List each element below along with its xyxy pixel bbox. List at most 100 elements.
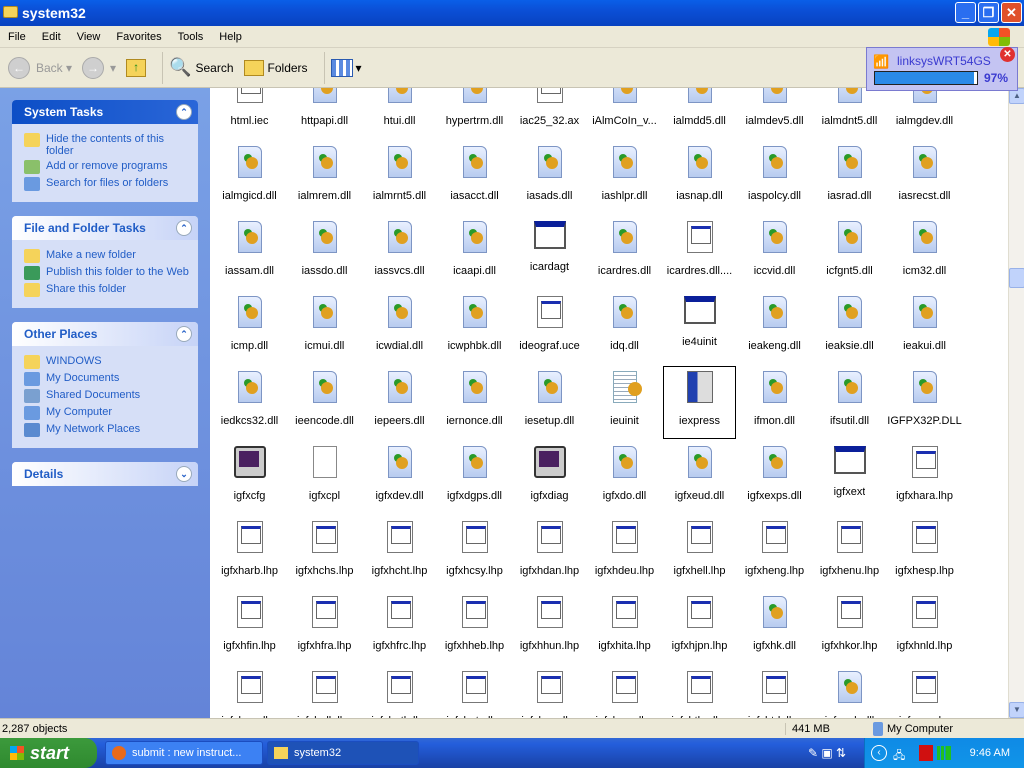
file-item[interactable]: iernonce.dll <box>437 365 512 440</box>
file-item[interactable]: htui.dll <box>362 88 437 140</box>
task-link[interactable]: Add or remove programs <box>24 160 190 174</box>
file-item[interactable]: igfxhptg.lhp <box>437 665 512 718</box>
file-item[interactable]: icmui.dll <box>287 290 362 365</box>
menu-file[interactable]: File <box>0 31 34 43</box>
menu-favorites[interactable]: Favorites <box>108 31 169 43</box>
file-item[interactable]: igfxrara.lrc <box>887 665 962 718</box>
file-item[interactable]: igfxcfg <box>212 440 287 515</box>
file-item[interactable]: icfgnt5.dll <box>812 215 887 290</box>
file-item[interactable]: httpapi.dll <box>287 88 362 140</box>
task-link[interactable]: My Documents <box>24 372 190 386</box>
file-item[interactable]: igfxhenu.lhp <box>812 515 887 590</box>
file-item[interactable]: html.iec <box>212 88 287 140</box>
file-item[interactable]: igfxhnld.lhp <box>887 590 962 665</box>
file-item[interactable]: ialmrnt5.dll <box>362 140 437 215</box>
file-item[interactable]: iassvcs.dll <box>362 215 437 290</box>
scroll-down-button[interactable]: ▼ <box>1009 702 1024 718</box>
file-item[interactable]: igfxheng.lhp <box>737 515 812 590</box>
file-item[interactable]: igfxhita.lhp <box>587 590 662 665</box>
file-item[interactable]: ifmon.dll <box>737 365 812 440</box>
panel-header[interactable]: File and Folder Tasks ⌃ <box>12 216 198 240</box>
file-item[interactable]: ialmgicd.dll <box>212 140 287 215</box>
file-item[interactable]: igfxhfrc.lhp <box>362 590 437 665</box>
file-item[interactable]: icwdial.dll <box>362 290 437 365</box>
file-item[interactable]: igfxpph.dll <box>812 665 887 718</box>
task-link[interactable]: Share this folder <box>24 283 190 297</box>
file-item[interactable]: ialmrem.dll <box>287 140 362 215</box>
file-item[interactable]: igfxhrus.lhp <box>512 665 587 718</box>
panel-header[interactable]: System Tasks ⌃ <box>12 100 198 124</box>
file-item[interactable]: icaapi.dll <box>437 215 512 290</box>
folders-button[interactable]: Folders <box>243 59 308 76</box>
file-item[interactable]: igfxhnor.lhp <box>212 665 287 718</box>
file-item[interactable]: icwphbk.dll <box>437 290 512 365</box>
file-item[interactable]: ideograf.uce <box>512 290 587 365</box>
file-item[interactable]: idq.dll <box>587 290 662 365</box>
antivirus-icon[interactable] <box>919 745 933 761</box>
start-button[interactable]: start <box>0 738 97 768</box>
file-item[interactable]: igfxhell.lhp <box>662 515 737 590</box>
file-item[interactable]: igfxhfin.lhp <box>212 590 287 665</box>
popup-close-icon[interactable]: ✕ <box>1000 47 1015 62</box>
file-item[interactable]: iasrecst.dll <box>887 140 962 215</box>
file-item[interactable]: iasrad.dll <box>812 140 887 215</box>
file-item[interactable]: igfxcpl <box>287 440 362 515</box>
vertical-scrollbar[interactable]: ▲ ▼ <box>1008 88 1024 718</box>
file-item[interactable]: igfxhjpn.lhp <box>662 590 737 665</box>
file-item[interactable]: igfxhptb.lhp <box>362 665 437 718</box>
taskbar-system32[interactable]: system32 <box>267 741 419 765</box>
taskbar-firefox[interactable]: submit : new instruct... <box>105 741 263 765</box>
file-item[interactable]: igfxdev.dll <box>362 440 437 515</box>
file-item[interactable]: iaspolcy.dll <box>737 140 812 215</box>
file-item[interactable]: ieakeng.dll <box>737 290 812 365</box>
file-item[interactable]: hypertrm.dll <box>437 88 512 140</box>
file-item[interactable]: igfxharb.lhp <box>212 515 287 590</box>
file-item[interactable]: IGFPX32P.DLL <box>887 365 962 440</box>
menu-help[interactable]: Help <box>211 31 250 43</box>
file-item[interactable]: iasacct.dll <box>437 140 512 215</box>
file-item[interactable]: igfxhtrk.lhp <box>737 665 812 718</box>
file-item[interactable]: igfxhhun.lhp <box>512 590 587 665</box>
file-item[interactable]: igfxhdeu.lhp <box>587 515 662 590</box>
tray-expand-icon[interactable]: ‹ <box>871 745 887 761</box>
file-item[interactable]: igfxdo.dll <box>587 440 662 515</box>
task-link[interactable]: Publish this folder to the Web <box>24 266 190 280</box>
file-item[interactable]: igfxhkor.lhp <box>812 590 887 665</box>
task-link[interactable]: Hide the contents of this folder <box>24 133 190 157</box>
forward-button[interactable]: → ▾ <box>82 56 116 79</box>
file-item[interactable]: icardres.dll.... <box>662 215 737 290</box>
file-item[interactable]: iesetup.dll <box>512 365 587 440</box>
file-item[interactable]: iccvid.dll <box>737 215 812 290</box>
file-item[interactable]: ieakui.dll <box>887 290 962 365</box>
scroll-thumb[interactable] <box>1009 268 1024 288</box>
maximize-button[interactable]: ❐ <box>978 2 999 23</box>
file-item[interactable]: iasads.dll <box>512 140 587 215</box>
file-item[interactable]: ialmdev5.dll <box>737 88 812 140</box>
file-item[interactable]: iasnap.dll <box>662 140 737 215</box>
file-item[interactable]: iAlmCoIn_v... <box>587 88 662 140</box>
search-button[interactable]: 🔍 Search <box>169 57 233 78</box>
up-folder-button[interactable]: ↑ <box>126 58 147 77</box>
menu-tools[interactable]: Tools <box>170 31 212 43</box>
file-item[interactable]: ie4uinit <box>662 290 737 365</box>
task-link[interactable]: Search for files or folders <box>24 177 190 191</box>
file-item[interactable]: igfxhplk.lhp <box>287 665 362 718</box>
minimize-button[interactable]: _ <box>955 2 976 23</box>
file-item[interactable]: ieuinit <box>587 365 662 440</box>
file-item[interactable]: iashlpr.dll <box>587 140 662 215</box>
file-item[interactable]: igfxexps.dll <box>737 440 812 515</box>
menu-view[interactable]: View <box>69 31 109 43</box>
file-item[interactable]: igfxhchs.lhp <box>287 515 362 590</box>
file-item[interactable]: igfxhheb.lhp <box>437 590 512 665</box>
file-item[interactable]: iassam.dll <box>212 215 287 290</box>
file-item[interactable]: ialmgdev.dll <box>887 88 962 140</box>
wireless-signal-icon[interactable] <box>937 746 951 760</box>
expand-chevron-icon[interactable]: ⌄ <box>176 466 192 482</box>
file-item[interactable]: iepeers.dll <box>362 365 437 440</box>
collapse-chevron-icon[interactable]: ⌃ <box>176 326 192 342</box>
file-item[interactable]: igfxhcsy.lhp <box>437 515 512 590</box>
file-item[interactable]: iedkcs32.dll <box>212 365 287 440</box>
collapse-chevron-icon[interactable]: ⌃ <box>176 220 192 236</box>
views-button[interactable]: ▾ <box>330 58 362 77</box>
file-item[interactable]: igfxhk.dll <box>737 590 812 665</box>
